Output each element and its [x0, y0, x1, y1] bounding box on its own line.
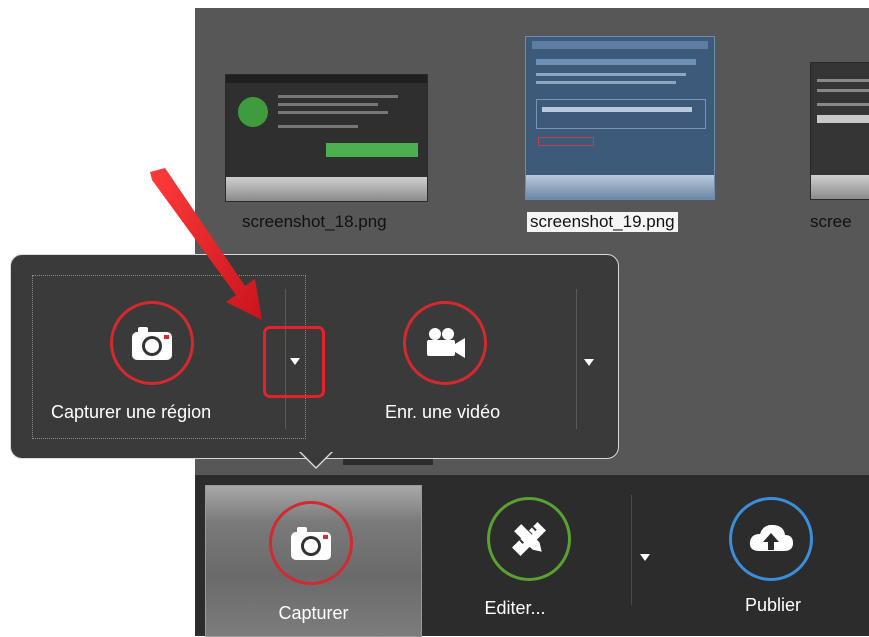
- popup-pointer-fill: [300, 451, 332, 467]
- video-camera-icon[interactable]: [403, 301, 487, 385]
- toolbar: Capturer Editer... Publier: [195, 475, 869, 637]
- pencil-ruler-icon: [487, 497, 571, 581]
- thumbnail-item[interactable]: scree: [785, 18, 869, 250]
- camera-icon[interactable]: [110, 301, 194, 385]
- thumbnail-item-selected[interactable]: screenshot_19.png: [495, 18, 715, 250]
- region-capture-label[interactable]: Capturer une région: [51, 402, 211, 423]
- publish-button[interactable]: Publier: [685, 475, 869, 636]
- thumbnail-filename: scree: [810, 212, 852, 231]
- camera-icon: [269, 501, 353, 585]
- thumbnail-filename: screenshot_19.png: [527, 212, 678, 232]
- cloud-upload-icon: [729, 497, 813, 581]
- thumbnail-image: [810, 62, 869, 200]
- thumbnail-image: [225, 74, 428, 202]
- popup-divider: [576, 289, 577, 429]
- capture-label: Capturer: [278, 603, 349, 623]
- video-record-label[interactable]: Enr. une vidéo: [385, 402, 500, 423]
- thumbnail-filename: screenshot_18.png: [242, 212, 387, 231]
- capture-button[interactable]: Capturer: [205, 485, 422, 637]
- annotation-highlight-box: [263, 326, 325, 398]
- publish-label: Publier: [744, 595, 802, 615]
- thumbnail-item[interactable]: screenshot_18.png: [195, 18, 428, 250]
- edit-dropdown-arrow[interactable]: [640, 554, 650, 561]
- edit-label: Editer...: [484, 598, 546, 618]
- thumbnail-image: [525, 36, 715, 200]
- video-dropdown-arrow[interactable]: [584, 359, 594, 366]
- toolbar-divider: [631, 495, 632, 605]
- edit-button[interactable]: Editer...: [453, 475, 633, 636]
